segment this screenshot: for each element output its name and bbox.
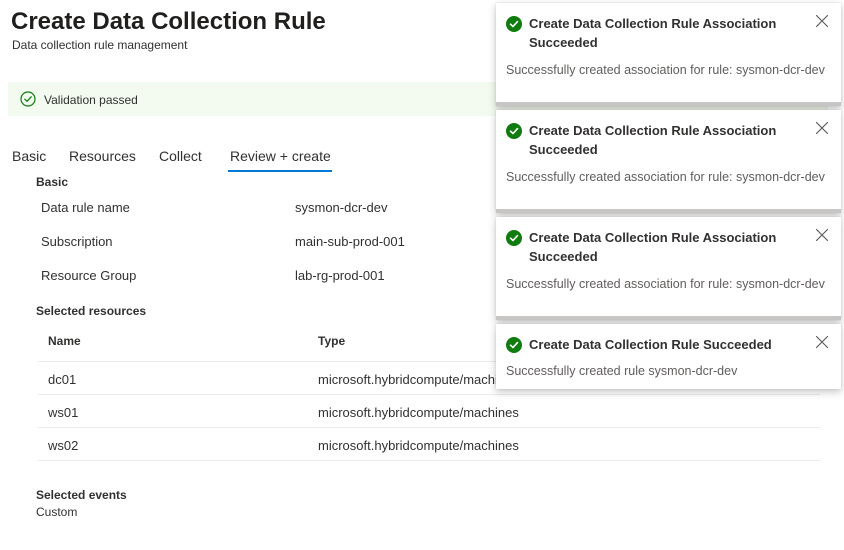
notification-title: Create Data Collection Rule Association … — [529, 16, 777, 50]
resource-group-label: Resource Group — [41, 268, 137, 283]
notification-toast[interactable]: Create Data Collection Rule Association … — [496, 110, 841, 213]
tab-basic[interactable]: Basic — [12, 148, 46, 164]
table-row: ws02 microsoft.hybridcompute/machines — [38, 428, 820, 461]
data-rule-name-label: Data rule name — [41, 200, 130, 215]
check-circle-icon — [20, 91, 36, 107]
close-icon[interactable] — [815, 121, 829, 135]
selected-resources-heading: Selected resources — [36, 304, 147, 318]
notification-title: Create Data Collection Rule Association … — [529, 230, 777, 264]
basic-section-heading: Basic — [36, 175, 69, 189]
page-subtitle: Data collection rule management — [12, 38, 188, 52]
notification-title: Create Data Collection Rule Association … — [529, 123, 777, 157]
close-icon[interactable] — [815, 14, 829, 28]
data-rule-name-value: sysmon-dcr-dev — [295, 200, 388, 215]
resource-group-value: lab-rg-prod-001 — [295, 268, 385, 283]
resource-type: microsoft.hybridcompute/machines — [318, 405, 519, 420]
active-tab-indicator — [228, 170, 332, 172]
notification-title: Create Data Collection Rule Succeeded — [529, 337, 772, 352]
notification-divider — [496, 209, 841, 213]
notification-toast[interactable]: Create Data Collection Rule Succeeded Su… — [496, 324, 841, 389]
resource-type: microsoft.hybridcompute/machines — [318, 438, 519, 453]
resource-name: dc01 — [48, 372, 77, 387]
tab-review-create[interactable]: Review + create — [230, 148, 331, 170]
column-header-name: Name — [48, 334, 81, 348]
table-row: ws01 microsoft.hybridcompute/machines — [38, 395, 820, 428]
subscription-value: main-sub-prod-001 — [295, 234, 405, 249]
success-check-icon — [506, 123, 522, 139]
success-check-icon — [506, 16, 522, 32]
page-title: Create Data Collection Rule — [11, 8, 326, 35]
column-header-type: Type — [318, 334, 346, 348]
resource-type: microsoft.hybridcompute/machines — [318, 372, 519, 387]
tab-resources[interactable]: Resources — [69, 148, 136, 164]
success-check-icon — [506, 337, 522, 353]
notification-toast[interactable]: Create Data Collection Rule Association … — [496, 3, 841, 106]
notification-message: Successfully created rule sysmon-dcr-dev — [506, 364, 738, 378]
notification-divider — [496, 316, 841, 320]
notification-message: Successfully created association for rul… — [506, 170, 825, 184]
notification-toast[interactable]: Create Data Collection Rule Association … — [496, 217, 841, 320]
notification-divider — [496, 102, 841, 106]
notification-message: Successfully created association for rul… — [506, 277, 825, 291]
selected-events-value: Custom — [36, 505, 78, 519]
close-icon[interactable] — [815, 228, 829, 242]
validation-text: Validation passed — [44, 93, 138, 107]
resource-name: ws02 — [48, 438, 79, 453]
tab-collect[interactable]: Collect — [159, 148, 202, 164]
selected-events-heading: Selected events — [36, 488, 127, 502]
resource-name: ws01 — [48, 405, 79, 420]
success-check-icon — [506, 230, 522, 246]
subscription-label: Subscription — [41, 234, 113, 249]
notification-message: Successfully created association for rul… — [506, 63, 825, 77]
close-icon[interactable] — [815, 335, 829, 349]
